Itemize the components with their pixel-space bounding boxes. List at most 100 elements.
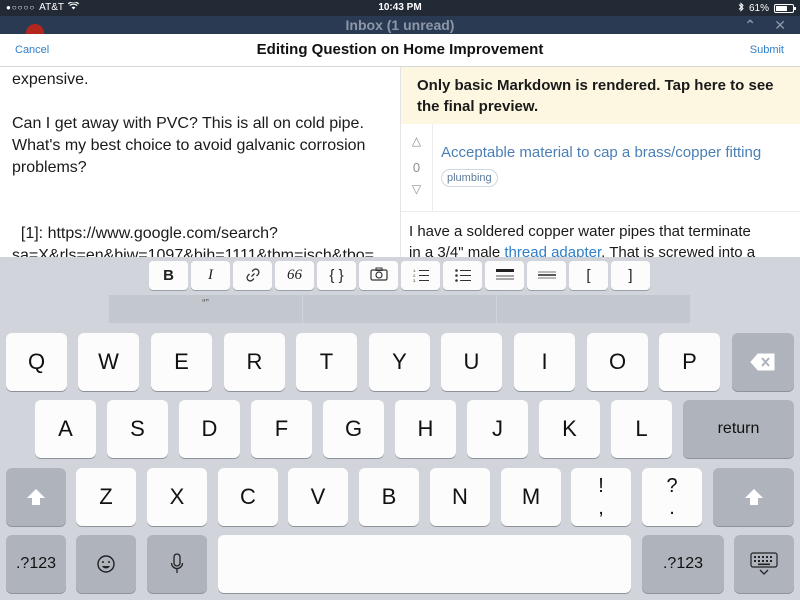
key-w[interactable]: W [78,333,139,391]
keyboard-dismiss-icon [750,552,778,575]
predictive-suggestion-empty[interactable] [497,295,690,323]
shift-key-right[interactable] [713,468,794,526]
editor-line: expensive. [12,71,89,88]
key-question-period[interactable]: ?. [642,468,702,526]
key-m[interactable]: M [501,468,561,526]
space-key[interactable] [218,535,631,593]
bluetooth-icon [738,2,744,15]
key-s[interactable]: S [107,400,168,458]
key-i[interactable]: I [514,333,575,391]
editor-line: problems? [12,159,87,176]
markdown-toolbar: B I 66 { } 1. 2. 3. [ ] [0,257,800,297]
edit-sheet-header: Cancel Editing Question on Home Improvem… [0,34,800,67]
horizontal-rule-button[interactable] [527,261,566,290]
upvote-icon[interactable]: △ [401,134,432,148]
key-q[interactable]: Q [6,333,67,391]
key-o[interactable]: O [587,333,648,391]
shift-icon [744,489,763,505]
ordered-list-button[interactable]: 1. 2. 3. [401,261,440,290]
return-key[interactable]: return [683,400,794,458]
key-a[interactable]: A [35,400,96,458]
key-u[interactable]: U [441,333,502,391]
key-t[interactable]: T [296,333,357,391]
close-icon: ✕ [774,17,786,33]
key-l[interactable]: L [611,400,672,458]
hide-keyboard-key[interactable] [734,535,794,593]
submit-button[interactable]: Submit [750,44,784,56]
key-e[interactable]: E [151,333,212,391]
key-b[interactable]: B [359,468,419,526]
heading-icon [495,269,514,280]
question-title-link[interactable]: Acceptable material to cap a brass/coppe… [441,144,761,161]
chevron-up-icon: ⌃ [744,17,756,33]
numbers-key-left[interactable]: .?123 [6,535,66,593]
camera-icon [369,267,388,281]
bullet-list-icon [454,269,471,282]
key-z[interactable]: Z [76,468,136,526]
bracket-close-button[interactable]: ] [611,261,650,290]
editor-line: Can I get away with PVC? This is all on … [12,115,364,132]
link-icon [245,268,260,282]
shift-key-left[interactable] [6,468,66,526]
microphone-icon [170,553,184,573]
thread-adapter-link[interactable]: thread adapter [504,244,601,257]
tag-plumbing[interactable]: plumbing [441,169,498,187]
background-inbox-bar: Inbox (1 unread) ⌃ ✕ [0,16,800,34]
background-inbox-title: Inbox (1 unread) [345,17,455,33]
backspace-key[interactable] [732,333,794,391]
key-v[interactable]: V [288,468,348,526]
emoji-key[interactable] [76,535,136,593]
heading-button[interactable] [485,261,524,290]
image-button[interactable] [359,261,398,290]
key-j[interactable]: J [467,400,528,458]
quote-button[interactable]: 66 [275,261,314,290]
body-line: I have a soldered copper water pipes tha… [409,223,751,240]
key-h[interactable]: H [395,400,456,458]
key-d[interactable]: D [179,400,240,458]
predictive-bar: “” [0,294,800,324]
horizontal-rule-icon [537,271,556,279]
key-g[interactable]: G [323,400,384,458]
link-button[interactable] [233,261,272,290]
editor-line: What's my best choice to avoid galvanic … [12,137,366,154]
sheet-title: Editing Question on Home Improvement [256,41,544,58]
vote-count: 0 [412,160,421,175]
emoji-icon [97,555,115,573]
battery-percent: 61% [748,3,769,14]
vote-column: △ 0 ▽ [401,124,433,212]
dictation-key[interactable] [147,535,207,593]
shift-icon [27,489,45,505]
app-logo-icon [26,24,44,34]
key-f[interactable]: F [251,400,312,458]
key-n[interactable]: N [430,468,490,526]
status-bar: ●○○○○ AT&T 10:43 PM 61% [0,0,800,16]
ordered-list-icon: 1.2.3. [413,268,429,283]
question-row: △ 0 ▽ Acceptable material to cap a brass… [401,124,800,212]
svg-text:3.: 3. [413,278,416,283]
bracket-open-button[interactable]: [ [569,261,608,290]
onscreen-keyboard: Q W E R T Y U I O P A S D F G H J K L re… [0,324,800,600]
clock: 10:43 PM [378,2,422,13]
bold-button[interactable]: B [149,261,188,290]
battery-icon [774,4,796,13]
key-c[interactable]: C [218,468,278,526]
key-x[interactable]: X [147,468,207,526]
markdown-notice[interactable]: Only basic Markdown is rendered. Tap her… [401,67,800,124]
numbers-key-right[interactable]: .?123 [642,535,724,593]
question-body: I have a soldered copper water pipes tha… [409,221,799,257]
key-r[interactable]: R [224,333,285,391]
key-y[interactable]: Y [369,333,430,391]
predictive-suggestion-empty[interactable] [303,295,496,323]
downvote-icon[interactable]: ▽ [401,182,432,196]
bullet-list-button[interactable] [443,261,482,290]
italic-button[interactable]: I [191,261,230,290]
predictive-suggestion[interactable]: “” [109,295,302,323]
code-button[interactable]: { } [317,261,356,290]
key-exclamation-comma[interactable]: !, [571,468,631,526]
preview-pane: Only basic Markdown is rendered. Tap her… [400,67,800,257]
markdown-editor[interactable]: expensive. Can I get away with PVC? This… [0,67,400,257]
key-p[interactable]: P [659,333,720,391]
key-k[interactable]: K [539,400,600,458]
editor-line: [1]: https://www.google.com/search? [12,225,278,242]
body-line: in a 3/4" male thread adapter. That is s… [409,242,799,257]
